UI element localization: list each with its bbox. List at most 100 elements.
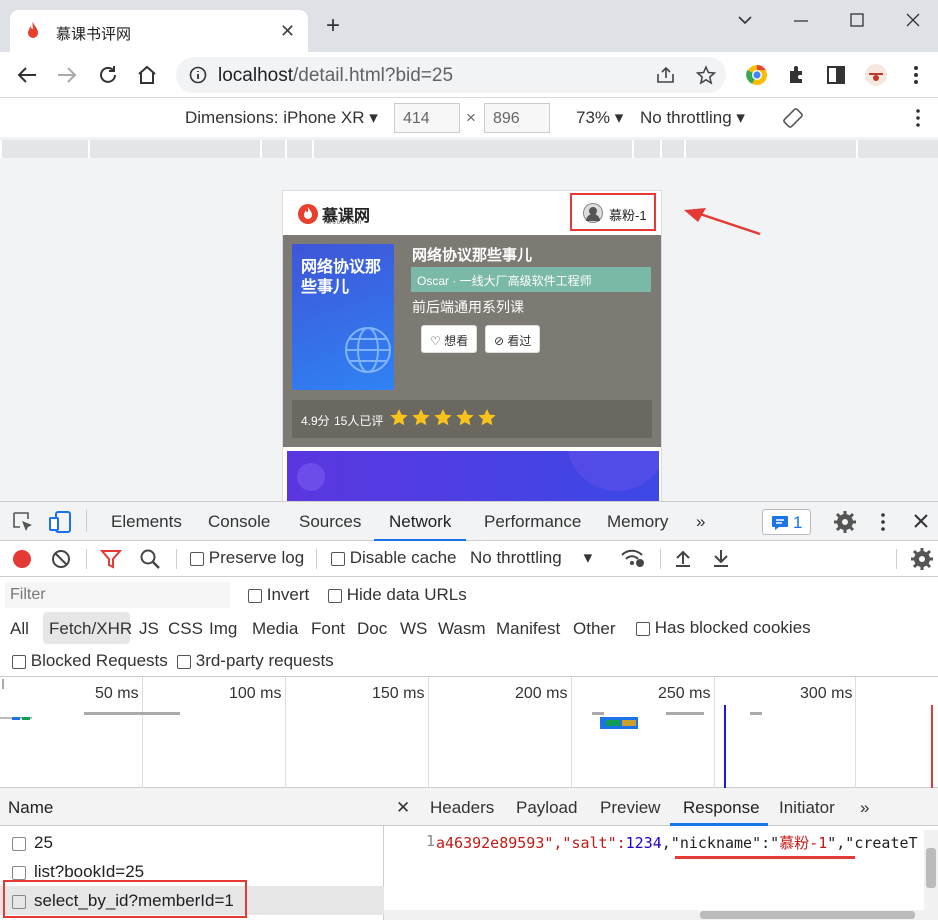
media-query-ruler[interactable] [0,137,938,161]
invert-checkbox[interactable]: Invert [248,585,309,605]
extensions-puzzle-icon[interactable] [786,64,808,86]
bookmark-star-icon[interactable] [696,65,716,85]
devtools-menu-icon[interactable] [877,511,889,533]
flame-icon [24,21,42,41]
device-menu-icon[interactable] [912,107,924,129]
network-throttling-select[interactable]: No throttling ▾ [470,548,592,568]
type-css[interactable]: CSS [168,619,203,639]
preserve-log-checkbox[interactable]: Preserve log [190,548,304,568]
url-text[interactable]: localhost/detail.html?bid=25 [218,65,453,87]
import-har-icon[interactable] [674,548,692,568]
filter-funnel-icon[interactable] [100,549,122,569]
response-body[interactable]: 1 a46392e89593","salt":1234,"nickname":"… [384,826,924,920]
device-toggle-icon[interactable] [48,510,72,534]
filter-input[interactable]: Filter [5,582,230,608]
settings-gear-icon[interactable] [834,511,856,533]
browser-tab[interactable]: 慕课书评网 ✕ [10,10,308,52]
issues-badge[interactable]: 1 [762,509,811,535]
search-icon[interactable] [139,548,161,570]
home-icon[interactable] [136,64,158,86]
maximize-icon[interactable] [842,8,872,34]
close-details-icon[interactable]: ✕ [396,798,410,818]
chrome-extension-icon[interactable] [746,64,768,86]
type-ws[interactable]: WS [400,619,427,639]
type-doc[interactable]: Doc [357,619,387,639]
type-js[interactable]: JS [139,619,159,639]
network-overview[interactable]: 50 ms 100 ms 150 ms 200 ms 250 ms 300 ms [0,677,938,788]
close-window-icon[interactable] [898,8,928,34]
has-blocked-cookies-checkbox[interactable]: Has blocked cookies [636,618,811,638]
profile-avatar-icon[interactable] [864,63,888,87]
share-icon[interactable] [656,66,676,84]
tab-elements[interactable]: Elements [111,512,182,532]
book-detail: 网络协议那些事儿 网络协议那些事儿 Oscar · 一线大厂高级软件工程师 前后… [283,235,661,447]
response-line: a46392e89593","salt":1234,"nickname":"慕粉… [436,834,918,852]
type-wasm[interactable]: Wasm [438,619,486,639]
tab-sources[interactable]: Sources [299,512,361,532]
type-all[interactable]: All [10,619,29,639]
timeline-bars [0,679,933,788]
have-read-button[interactable]: ⊘ 看过 [485,325,541,353]
disable-cache-checkbox[interactable]: Disable cache [331,548,457,568]
type-manifest[interactable]: Manifest [496,619,560,639]
request-row[interactable]: 25 [0,828,384,857]
type-media[interactable]: Media [252,619,298,639]
blocked-requests-checkbox[interactable]: Blocked Requests [12,651,168,671]
request-list: Name 25 list?bookId=25 select_by_id?memb… [0,788,384,920]
details-tabbar: ✕ Headers Payload Preview Response Initi… [384,788,938,826]
zoom-select[interactable]: 73% ▾ [576,108,623,128]
record-icon[interactable] [12,549,32,569]
filter-bar: Filter Invert Hide data URLs All Fetch/X… [0,577,938,677]
tab-response[interactable]: Response [683,798,760,818]
name-column-header[interactable]: Name [0,788,384,826]
tab-initiator[interactable]: Initiator [779,798,835,818]
promo-banner[interactable] [287,451,659,501]
more-tabs-icon[interactable]: » [696,512,705,532]
third-party-checkbox[interactable]: 3rd-party requests [177,651,334,671]
book-author: Oscar · 一线大厂高级软件工程师 [411,267,651,292]
dimensions-select[interactable]: Dimensions: iPhone XR ▾ [185,108,378,128]
rotate-icon[interactable] [782,107,804,129]
new-tab-icon[interactable]: + [326,14,340,38]
type-other[interactable]: Other [573,619,616,639]
star-icon [434,409,452,426]
tab-headers[interactable]: Headers [430,798,494,818]
height-input[interactable]: 896 [484,103,550,133]
forward-icon[interactable] [56,65,78,85]
info-icon[interactable] [189,66,207,84]
type-fetch-xhr[interactable]: Fetch/XHR [49,619,132,639]
tab-performance[interactable]: Performance [484,512,581,532]
close-devtools-icon[interactable] [912,512,930,530]
tab-preview[interactable]: Preview [600,798,660,818]
tab-payload[interactable]: Payload [516,798,577,818]
star-icon [478,409,496,426]
tab-search-icon[interactable] [730,8,760,34]
horizontal-scrollbar[interactable] [384,910,924,920]
side-panel-icon[interactable] [826,65,846,85]
throttling-select[interactable]: No throttling ▾ [640,108,745,128]
clear-icon[interactable] [51,549,71,569]
reload-icon[interactable] [97,64,119,86]
tab-console[interactable]: Console [208,512,270,532]
tab-memory[interactable]: Memory [607,512,668,532]
network-conditions-icon[interactable] [620,547,646,569]
hide-data-urls-checkbox[interactable]: Hide data URLs [328,585,467,605]
want-to-read-button[interactable]: ♡ 想看 [421,325,478,353]
omnibox[interactable]: localhost/detail.html?bid=25 [176,57,726,93]
back-icon[interactable] [16,65,38,85]
network-settings-icon[interactable] [911,548,933,570]
width-input[interactable]: 414 [394,103,460,133]
type-img[interactable]: Img [209,619,237,639]
device-toolbar: Dimensions: iPhone XR ▾ 414 × 896 73% ▾ … [0,99,938,137]
chrome-menu-icon[interactable] [908,64,924,86]
tab-network[interactable]: Network [389,512,451,532]
export-har-icon[interactable] [712,548,730,568]
vertical-scrollbar[interactable] [924,830,938,920]
tab-close-icon[interactable]: ✕ [280,21,295,42]
more-tabs-icon[interactable]: » [860,798,869,818]
logo-subtext: imooc.com [324,220,363,226]
address-toolbar: localhost/detail.html?bid=25 [0,52,938,98]
inspect-element-icon[interactable] [12,511,34,533]
type-font[interactable]: Font [311,619,345,639]
minimize-icon[interactable] [786,8,816,34]
